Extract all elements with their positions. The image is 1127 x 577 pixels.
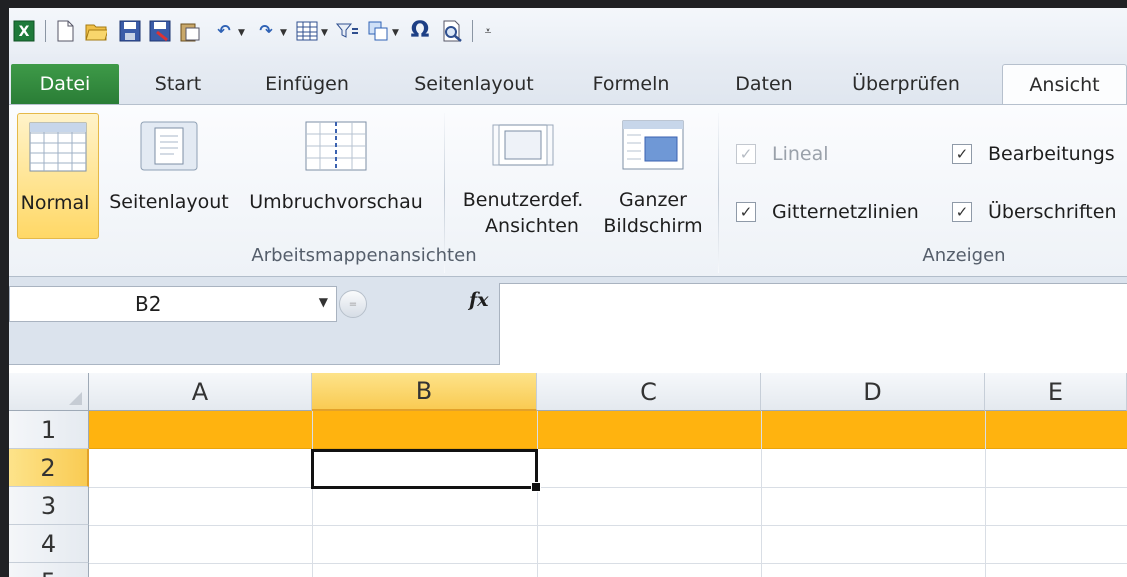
table-icon[interactable] — [296, 20, 318, 42]
row-header-2[interactable]: 2 — [9, 449, 89, 487]
active-cell-b2[interactable] — [311, 449, 541, 492]
workbook-views-group-label: Arbeitsmappenansichten — [251, 245, 477, 266]
column-header-c[interactable]: C — [537, 373, 761, 411]
row-header-5[interactable]: 5 — [9, 563, 89, 577]
tab-formeln[interactable]: Formeln — [576, 64, 686, 104]
page-break-preview-button[interactable]: Umbruchvorschau — [241, 113, 431, 239]
tab-einfuegen[interactable]: Einfügen — [245, 64, 369, 104]
grid-line — [761, 411, 762, 577]
paste-icon[interactable] — [179, 20, 201, 42]
redo-icon[interactable]: ↷ — [255, 20, 277, 42]
tab-ansicht[interactable]: Ansicht — [1002, 64, 1127, 104]
page-break-preview-icon — [304, 117, 368, 175]
row-header-4[interactable]: 4 — [9, 525, 89, 563]
shapes-icon[interactable] — [367, 20, 389, 42]
page-break-preview-label: Umbruchvorschau — [249, 191, 423, 213]
customize-toolbar-icon[interactable]: ⩡ — [477, 20, 499, 42]
formula-bar-label: Bearbeitungs — [988, 143, 1115, 165]
filter-icon[interactable] — [336, 20, 358, 42]
row-header-3[interactable]: 3 — [9, 487, 89, 525]
excel-window: X ↶ ▼ ↷ ▼ ▼ ▼ Ω ⩡ Datei Start Einfügen S… — [9, 8, 1127, 577]
undo-icon[interactable]: ↶ — [213, 20, 235, 42]
checkmark-icon: ✓ — [736, 144, 756, 164]
grid-line — [89, 563, 1127, 564]
custom-views-button[interactable]: Benutzerdef. Ansichten — [453, 113, 593, 239]
column-header-b[interactable]: B — [312, 373, 537, 411]
full-screen-label: Ganzer Bildschirm — [603, 187, 702, 239]
custom-views-label-line1: Benutzerdef. — [462, 189, 584, 211]
grid-line — [537, 411, 538, 577]
undo-dropdown-icon[interactable]: ▼ — [238, 28, 246, 38]
grid-line — [89, 525, 1127, 526]
full-screen-icon — [621, 117, 685, 173]
worksheet-grid: A B C D E 1 2 3 4 5 — [9, 373, 1127, 577]
save-as-icon[interactable] — [149, 20, 171, 42]
headings-checkbox[interactable]: ✓ Überschriften — [952, 201, 1116, 223]
ribbon-tabs: Datei Start Einfügen Seitenlayout Formel… — [9, 54, 1127, 104]
formula-input[interactable] — [499, 283, 1127, 365]
custom-views-label: Benutzerdef. Ansichten — [463, 187, 584, 239]
toolbar-separator — [472, 20, 473, 42]
show-group-label: Anzeigen — [922, 245, 1006, 266]
normal-view-label: Normal — [20, 192, 90, 214]
column-header-e[interactable]: E — [985, 373, 1127, 411]
page-layout-icon — [137, 117, 201, 175]
svg-text:X: X — [19, 24, 30, 40]
group-separator — [718, 113, 719, 273]
normal-view-icon — [26, 118, 90, 176]
tab-start[interactable]: Start — [136, 64, 220, 104]
grid-line — [89, 487, 1127, 488]
custom-views-icon — [491, 117, 555, 173]
headings-label: Überschriften — [988, 201, 1117, 223]
formula-bar-checkbox[interactable]: ✓ Bearbeitungs — [952, 143, 1115, 165]
checkmark-icon: ✓ — [952, 144, 972, 164]
checkmark-icon: ✓ — [736, 202, 756, 222]
shapes-dropdown-icon[interactable]: ▼ — [392, 28, 400, 38]
formula-bar: B2 ▼ = fx — [9, 277, 1127, 365]
tab-datei[interactable]: Datei — [11, 64, 119, 104]
chevron-down-icon[interactable]: ▼ — [319, 295, 328, 309]
tab-seitenlayout[interactable]: Seitenlayout — [399, 64, 549, 104]
name-box-value: B2 — [135, 292, 162, 316]
open-folder-icon[interactable] — [85, 20, 107, 42]
excel-logo-icon[interactable]: X — [13, 20, 35, 42]
redo-dropdown-icon[interactable]: ▼ — [280, 28, 288, 38]
resize-handle-icon[interactable]: = — [339, 290, 367, 318]
grid-line — [312, 411, 313, 577]
custom-views-label-line2: Ansichten — [485, 215, 579, 237]
grid-line — [985, 411, 986, 577]
ribbon-panel: Normal Seitenlayout Umbruchvorschau Benu… — [9, 104, 1127, 277]
column-header-d[interactable]: D — [761, 373, 985, 411]
table-dropdown-icon[interactable]: ▼ — [321, 28, 329, 38]
page-layout-label: Seitenlayout — [109, 191, 229, 213]
print-preview-icon[interactable] — [441, 20, 463, 42]
ruler-label: Lineal — [772, 143, 829, 165]
full-screen-button[interactable]: Ganzer Bildschirm — [597, 113, 709, 239]
highlighted-row-1[interactable] — [89, 411, 1127, 449]
name-box[interactable]: B2 ▼ — [9, 286, 337, 322]
insert-function-button[interactable]: fx — [469, 289, 489, 311]
symbol-icon[interactable]: Ω — [409, 20, 431, 42]
select-all-corner[interactable] — [9, 373, 89, 411]
full-screen-label-line1: Ganzer — [619, 189, 687, 211]
quick-access-toolbar: X ↶ ▼ ↷ ▼ ▼ ▼ Ω ⩡ — [9, 8, 1127, 54]
normal-view-button[interactable]: Normal — [17, 113, 99, 239]
full-screen-label-line2: Bildschirm — [603, 215, 703, 237]
tab-ueberpruefen[interactable]: Überprüfen — [835, 64, 977, 104]
row-header-1[interactable]: 1 — [9, 411, 89, 449]
new-document-icon[interactable] — [54, 20, 76, 42]
checkmark-icon: ✓ — [952, 202, 972, 222]
toolbar-separator — [45, 20, 46, 42]
save-icon[interactable] — [119, 20, 141, 42]
tab-daten[interactable]: Daten — [721, 64, 807, 104]
column-header-a[interactable]: A — [89, 373, 312, 411]
gridlines-checkbox[interactable]: ✓ Gitternetzlinien — [736, 201, 919, 223]
formula-controls: = fx — [339, 286, 499, 322]
page-layout-view-button[interactable]: Seitenlayout — [103, 113, 235, 239]
gridlines-label: Gitternetzlinien — [772, 201, 919, 223]
ruler-checkbox[interactable]: ✓ Lineal — [736, 143, 829, 165]
